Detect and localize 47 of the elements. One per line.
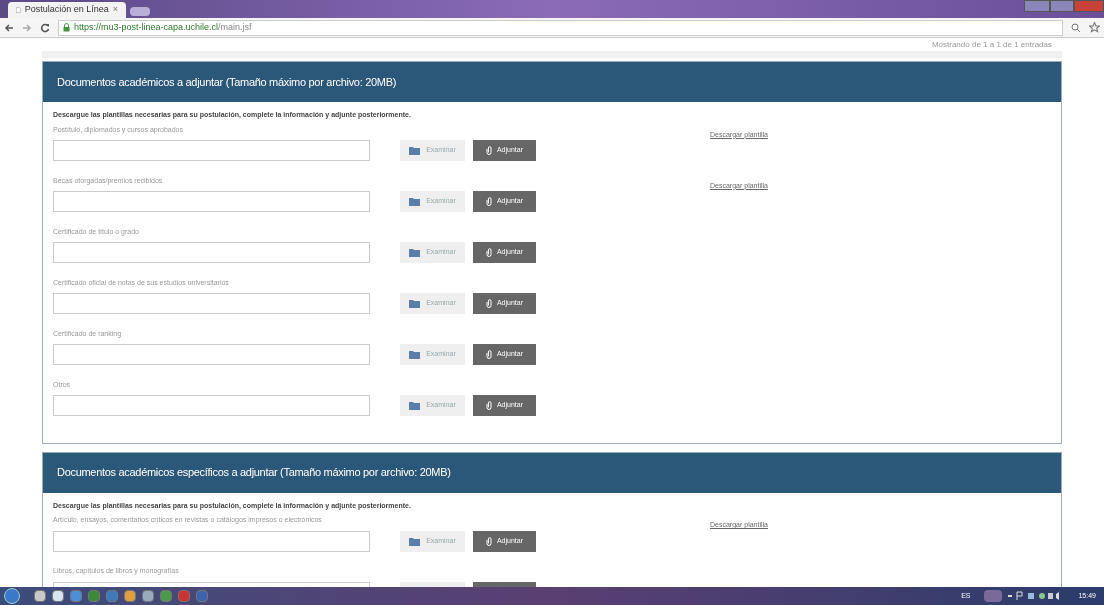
system-tray-icons[interactable] <box>1008 591 1061 601</box>
file-path-field[interactable] <box>53 191 370 212</box>
paperclip-icon <box>485 248 492 257</box>
forward-icon[interactable] <box>22 22 32 33</box>
paperclip-icon <box>485 350 492 359</box>
file-path-field[interactable] <box>53 140 370 161</box>
url-text: https://mu3-post-linea-capa.uchile.cl/main.jsf <box>74 20 252 34</box>
search-icon[interactable] <box>1071 22 1081 33</box>
taskbar-app-icon[interactable] <box>142 590 154 602</box>
taskbar-app-icon[interactable] <box>124 590 136 602</box>
reload-icon[interactable] <box>40 22 50 33</box>
file-path-field[interactable] <box>53 242 370 263</box>
tab-title: Postulación en Línea <box>24 3 109 17</box>
taskbar-app-icon[interactable] <box>52 590 64 602</box>
folder-icon <box>409 146 421 155</box>
address-bar[interactable]: https://mu3-post-linea-capa.uchile.cl/main.jsf <box>58 19 1063 36</box>
paperclip-icon <box>485 536 492 546</box>
paperclip-icon <box>485 146 492 155</box>
panel-header: Documentos académicos a adjuntar (Tamaño máximo por archivo: 20MB) <box>43 62 1061 102</box>
new-tab-button[interactable] <box>130 7 150 16</box>
file-path-field[interactable] <box>53 395 370 416</box>
paperclip-icon <box>485 197 492 206</box>
file-path-field[interactable] <box>53 293 370 314</box>
folder-icon <box>409 299 421 308</box>
start-button[interactable] <box>4 588 20 604</box>
lock-icon <box>63 23 70 32</box>
star-icon[interactable] <box>1089 22 1100 33</box>
paperclip-icon <box>485 299 492 308</box>
taskbar-app-icon[interactable] <box>34 590 46 602</box>
tray-app-icon[interactable] <box>984 590 1003 602</box>
folder-icon <box>409 536 421 546</box>
close-tab-button[interactable]: × <box>112 3 118 17</box>
back-icon[interactable] <box>4 22 14 33</box>
maximize-button[interactable] <box>1050 0 1074 12</box>
folder-icon <box>409 401 421 410</box>
folder-icon <box>409 248 421 257</box>
close-window-button[interactable] <box>1074 0 1104 12</box>
table-info: Mostrando de 1 a 1 de 1 entradas <box>931 39 1052 51</box>
minimize-button[interactable] <box>1024 0 1050 12</box>
paperclip-icon <box>485 401 492 410</box>
panel-header: Documentos académicos específicos a adjuntar (Tamaño máximo por archivo: 20MB) <box>43 452 1061 493</box>
file-path-field[interactable] <box>53 530 370 552</box>
browser-tab[interactable]: Postulación en Línea × <box>8 2 126 18</box>
folder-icon <box>409 197 421 206</box>
page-icon <box>16 5 21 15</box>
folder-icon <box>409 350 421 359</box>
file-path-field[interactable] <box>53 344 370 365</box>
